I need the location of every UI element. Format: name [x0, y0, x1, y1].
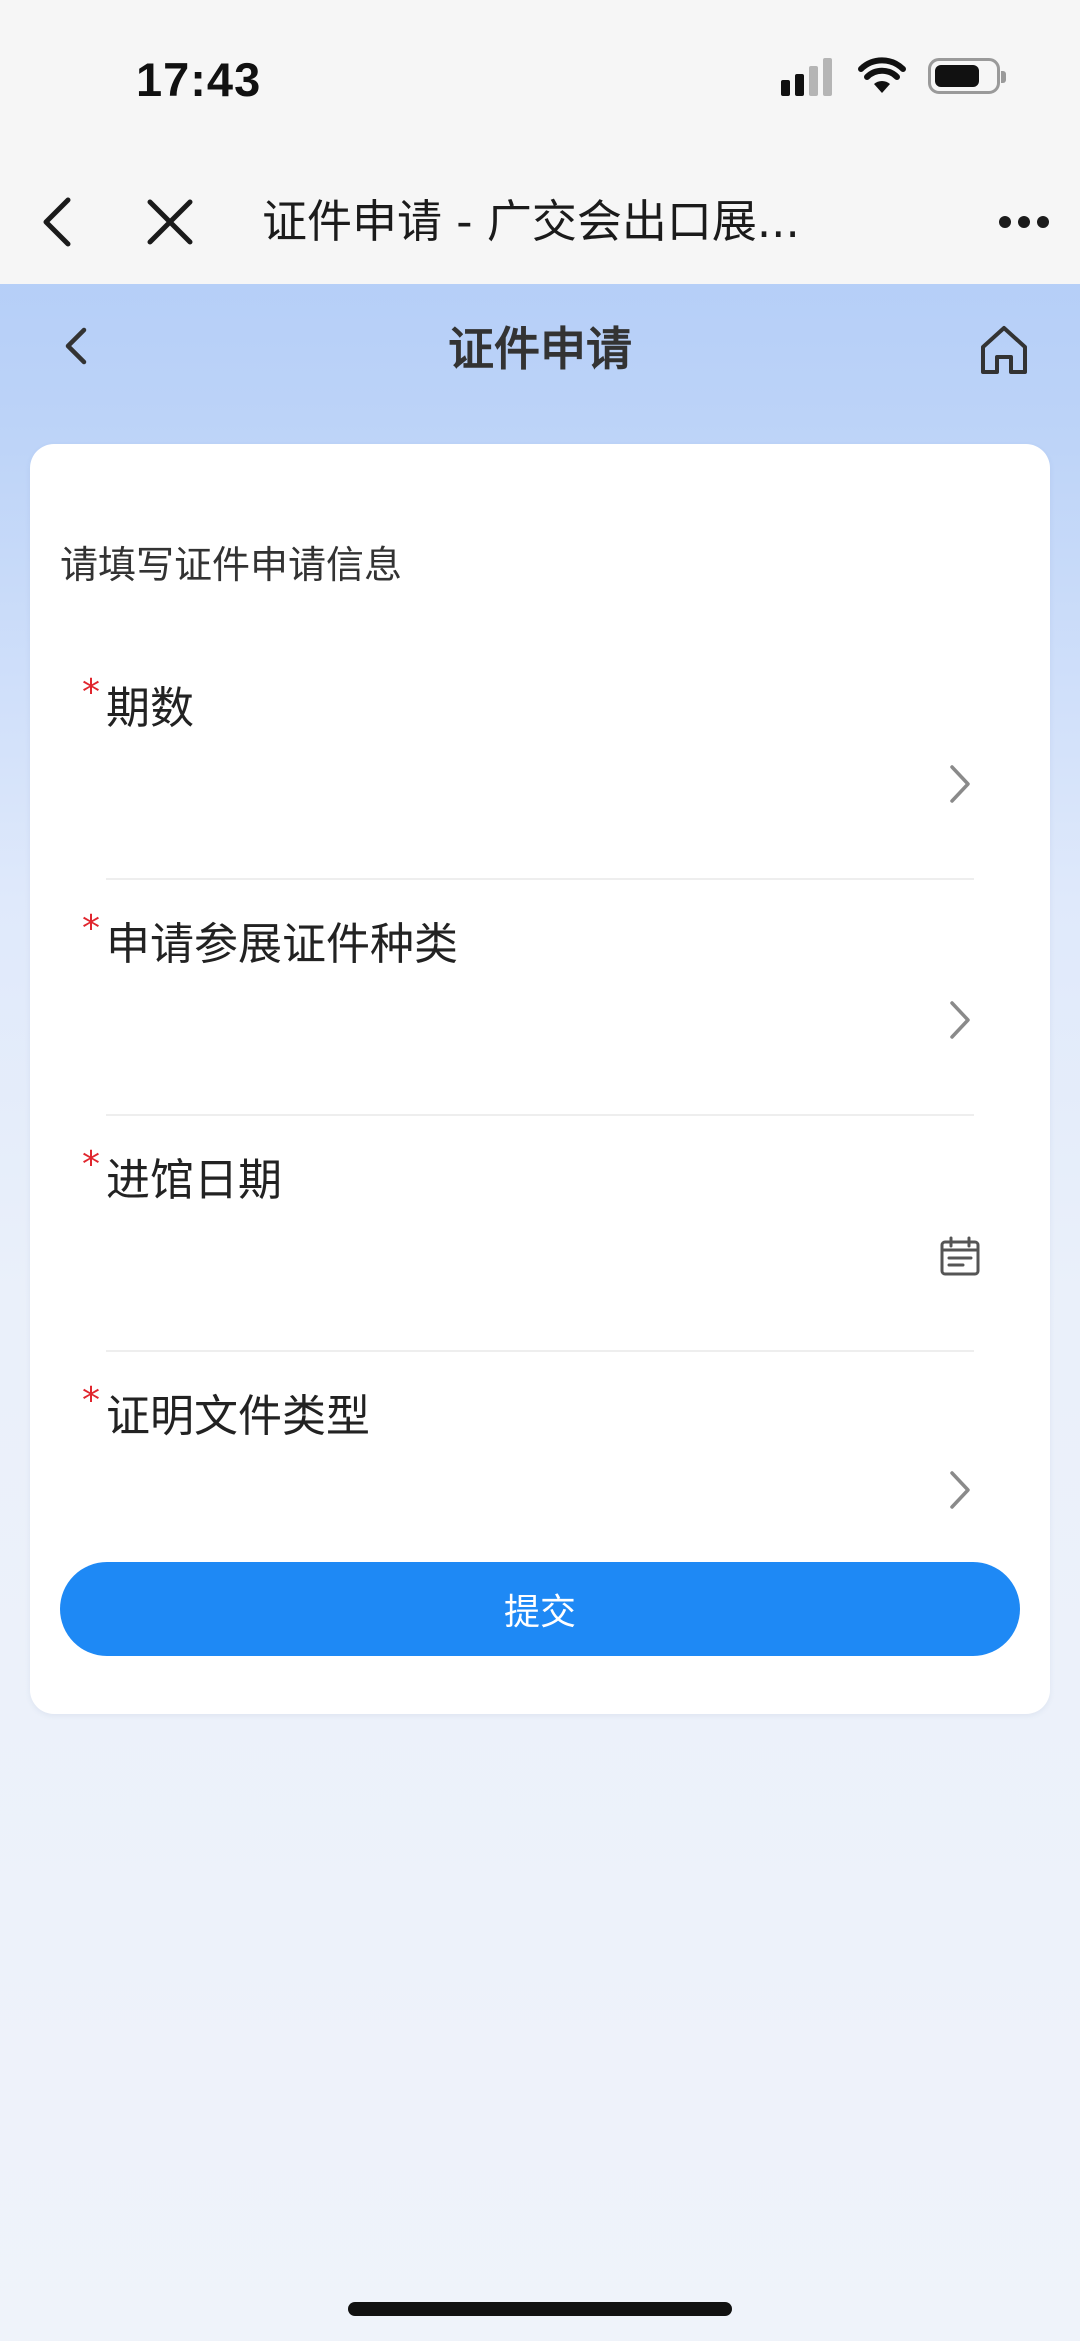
page-title: 证件申请 — [448, 322, 632, 376]
home-indicator — [348, 2302, 732, 2316]
field-label-text: 证明文件类型 — [106, 1391, 370, 1442]
required-mark: * — [82, 1144, 100, 1185]
calendar-button[interactable] — [930, 1226, 990, 1286]
page-back-button[interactable] — [44, 314, 108, 378]
document-type-chevron[interactable] — [930, 1460, 990, 1520]
browser-close-button[interactable] — [138, 190, 202, 254]
form-title: 请填写证件申请信息 — [60, 543, 403, 587]
page-header: 证件申请 — [0, 284, 1080, 414]
more-dots-icon — [999, 216, 1049, 228]
chevron-right-icon — [950, 765, 970, 803]
field-label-text: 进馆日期 — [106, 1155, 282, 1206]
calendar-icon — [940, 1236, 980, 1276]
application-form-card: 请填写证件申请信息 * 期数 * 申请参展证件种类 * 进馆日期 * 证明文件类… — [30, 444, 1050, 1714]
required-mark: * — [82, 1380, 100, 1421]
status-time: 17:43 — [136, 53, 262, 106]
entry-date-picker[interactable] — [110, 1226, 910, 1286]
required-mark: * — [82, 672, 100, 713]
required-mark: * — [82, 908, 100, 949]
badge-type-chevron[interactable] — [930, 990, 990, 1050]
field-label-text: 申请参展证件种类 — [106, 919, 458, 970]
field-label: * 申请参展证件种类 — [82, 908, 458, 972]
field-label: * 进馆日期 — [82, 1144, 282, 1208]
close-icon — [147, 199, 193, 245]
wifi-icon — [858, 57, 906, 93]
browser-more-button[interactable] — [992, 190, 1056, 254]
field-entry-date[interactable]: * 进馆日期 — [30, 1116, 1050, 1352]
period-select[interactable] — [110, 754, 910, 814]
home-icon — [981, 326, 1027, 374]
field-label-text: 期数 — [106, 683, 194, 734]
app-screen: 17:43 证件申请 - 广交会出口展... 证件申请 请填写证件申请信息 * … — [0, 0, 1080, 2341]
status-icons — [781, 56, 1006, 96]
field-document-type[interactable]: * 证明文件类型 — [30, 1352, 1050, 1542]
period-chevron[interactable] — [930, 754, 990, 814]
field-label: * 证明文件类型 — [82, 1380, 370, 1444]
browser-back-button[interactable] — [26, 190, 90, 254]
submit-button[interactable]: 提交 — [60, 1562, 1020, 1656]
home-button[interactable] — [968, 314, 1040, 386]
chevron-left-icon — [43, 197, 71, 247]
badge-type-select[interactable] — [110, 990, 910, 1050]
browser-bar: 证件申请 - 广交会出口展... — [0, 160, 1080, 284]
signal-icon — [781, 56, 832, 96]
field-badge-type[interactable]: * 申请参展证件种类 — [30, 880, 1050, 1116]
document-type-select[interactable] — [110, 1462, 910, 1522]
status-bar: 17:43 — [0, 0, 1080, 160]
battery-icon — [928, 58, 1006, 94]
chevron-right-icon — [950, 1001, 970, 1039]
chevron-right-icon — [950, 1471, 970, 1509]
field-label: * 期数 — [82, 672, 194, 736]
browser-title: 证件申请 - 广交会出口展... — [262, 195, 800, 248]
chevron-left-icon — [65, 327, 87, 365]
field-period[interactable]: * 期数 — [30, 644, 1050, 880]
